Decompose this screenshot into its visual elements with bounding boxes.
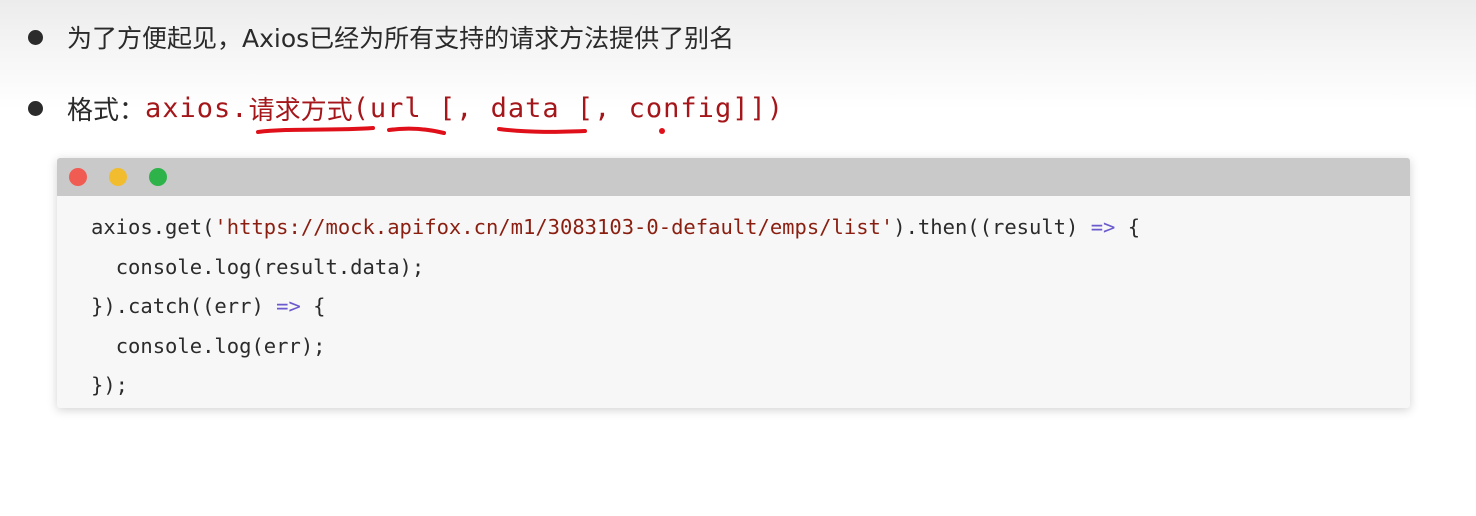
bullet-format: 格式： axios. 请求方式 (url [, data [, config]]) — [28, 88, 784, 128]
underline-url — [387, 126, 446, 135]
code-line: }); — [91, 366, 1410, 406]
format-label: 格式： — [67, 95, 146, 126]
format-method-placeholder: 请求方式 — [248, 95, 353, 126]
annotation-dot — [659, 128, 665, 134]
code-window: axios.get('https://mock.apifox.cn/m1/308… — [57, 158, 1410, 408]
code-token-plain: console.log(err); — [115, 333, 326, 358]
code-token-plain: console.log(result.data); — [115, 254, 425, 279]
code-token-plain: { — [300, 294, 326, 318]
code-token-arrow: => — [1090, 215, 1116, 239]
code-token-plain: { — [1115, 215, 1141, 239]
code-token-plain: axios.get( — [91, 215, 215, 239]
code-block: axios.get('https://mock.apifox.cn/m1/308… — [57, 196, 1410, 406]
maximize-dot-icon — [149, 168, 167, 186]
bullet-alias-note: 为了方便起见，Axios已经为所有支持的请求方法提供了别名 — [28, 18, 734, 56]
code-token-plain: }); — [91, 373, 129, 397]
underline-data — [497, 127, 587, 134]
code-line: }).catch((err) => { — [91, 287, 1410, 327]
code-token-plain: ).then((result) — [893, 215, 1091, 239]
format-code-prefix: axios. — [145, 92, 249, 124]
code-line: console.log(err); — [91, 327, 1410, 367]
code-token-arrow: => — [276, 294, 301, 318]
bullet-dot — [28, 100, 43, 116]
close-dot-icon — [69, 168, 87, 186]
code-line: axios.get('https://mock.apifox.cn/m1/308… — [91, 208, 1410, 248]
underline-method — [256, 126, 375, 134]
code-token-plain: }).catch((err) — [91, 294, 277, 318]
bullet-text: 为了方便起见，Axios已经为所有支持的请求方法提供了别名 — [67, 24, 735, 53]
code-token-string: 'https://mock.apifox.cn/m1/3083103-0-def… — [214, 215, 894, 239]
minimize-dot-icon — [109, 168, 127, 186]
bullet-dot — [28, 29, 43, 45]
code-window-title-bar — [57, 158, 1410, 196]
code-line: console.log(result.data); — [91, 248, 1410, 288]
format-code-rest: (url [, data [, config]]) — [352, 92, 784, 124]
